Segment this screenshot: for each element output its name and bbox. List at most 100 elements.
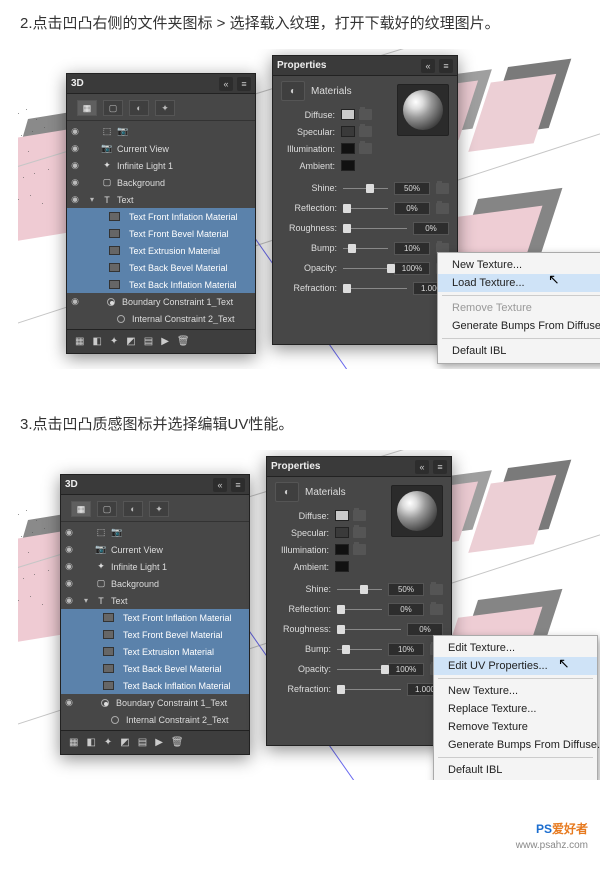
specular-color-swatch[interactable]	[335, 527, 349, 538]
roughness-value[interactable]: 0%	[407, 623, 443, 636]
visibility-eye-icon[interactable]: ◉	[61, 561, 77, 572]
panel-collapse-icon[interactable]: «	[421, 59, 435, 73]
panel-properties[interactable]: Properties « ≡ ◐ Materials Diffuse:	[266, 456, 452, 746]
material-sphere-preview[interactable]	[391, 485, 443, 537]
visibility-eye-icon[interactable]: ◉	[61, 527, 77, 538]
layer-row-material-3[interactable]: Text Extrusion Material	[61, 643, 249, 660]
shine-folder-icon[interactable]	[436, 183, 449, 194]
footer-icon[interactable]: ◧	[92, 336, 101, 347]
footer-icon[interactable]: ▦	[69, 737, 78, 748]
layer-row-material-1[interactable]: Text Front Inflation Material	[67, 208, 255, 225]
visibility-eye-icon[interactable]: ◉	[61, 578, 77, 589]
layer-row-current-view[interactable]: ◉ 📷 Current View	[67, 140, 255, 157]
filter-all-icon[interactable]: ▦	[71, 501, 91, 517]
filter-light-icon[interactable]: ✦	[155, 100, 175, 116]
visibility-eye-icon[interactable]: ◉	[67, 143, 83, 154]
footer-icon[interactable]: ▤	[138, 737, 147, 748]
bump-value[interactable]: 10%	[394, 242, 430, 255]
panel-3d-collapse-icon[interactable]: «	[219, 77, 233, 91]
menu-load-texture[interactable]: Load Texture...	[438, 274, 600, 292]
visibility-eye-icon[interactable]: ◉	[67, 296, 83, 307]
illumination-color-swatch[interactable]	[335, 544, 349, 555]
visibility-eye-icon[interactable]: ◉	[61, 544, 77, 555]
shine-folder-icon[interactable]	[430, 584, 443, 595]
reflection-value[interactable]: 0%	[388, 603, 424, 616]
illumination-folder-icon[interactable]	[353, 544, 366, 555]
reflection-value[interactable]: 0%	[394, 202, 430, 215]
layer-row-material-4[interactable]: Text Back Bevel Material	[61, 660, 249, 677]
specular-folder-icon[interactable]	[359, 126, 372, 137]
panel-3d-header[interactable]: 3D « ≡	[61, 475, 249, 495]
menu-default-ibl[interactable]: Default IBL	[434, 761, 597, 779]
menu-remove-texture[interactable]: Remove Texture	[434, 718, 597, 736]
layer-row-constraint-2[interactable]: Internal Constraint 2_Text	[67, 310, 255, 327]
footer-render-icon[interactable]: ▶	[155, 737, 163, 748]
footer-icon[interactable]: ◩	[126, 336, 135, 347]
menu-generate-bumps[interactable]: Generate Bumps From Diffuse...	[434, 736, 597, 754]
visibility-eye-icon[interactable]: ◉	[67, 194, 83, 205]
layer-row-infinite-light[interactable]: ◉ ✦ Infinite Light 1	[67, 157, 255, 174]
refraction-slider[interactable]	[337, 684, 401, 695]
layer-row-background[interactable]: ◉ ▢ Background	[67, 174, 255, 191]
reflection-folder-icon[interactable]	[436, 203, 449, 214]
constraint-radio-icon[interactable]	[117, 315, 125, 323]
opacity-slider[interactable]	[343, 263, 388, 274]
layer-row-material-5[interactable]: Text Back Inflation Material	[61, 677, 249, 694]
roughness-slider[interactable]	[343, 223, 407, 234]
shine-slider[interactable]	[337, 584, 382, 595]
footer-render-icon[interactable]: ▶	[161, 336, 169, 347]
refraction-slider[interactable]	[343, 283, 407, 294]
footer-icon[interactable]: ✦	[110, 336, 118, 347]
layer-row-environment[interactable]: ◉ ⬚ 📷	[67, 123, 255, 140]
footer-delete-icon[interactable]: 🗑	[177, 336, 190, 347]
shine-slider[interactable]	[343, 183, 388, 194]
filter-mesh-icon[interactable]: ▢	[103, 100, 123, 116]
materials-tab-icon[interactable]: ◐	[281, 81, 305, 101]
illumination-color-swatch[interactable]	[341, 143, 355, 154]
diffuse-color-swatch[interactable]	[341, 109, 355, 120]
diffuse-folder-icon[interactable]	[353, 510, 366, 521]
filter-material-icon[interactable]: ◐	[123, 501, 143, 517]
panel-3d[interactable]: 3D « ≡ ▦ ▢ ◐ ✦ ◉ ⬚ 📷	[60, 474, 250, 755]
panel-3d-menu-icon[interactable]: ≡	[237, 77, 251, 91]
layer-row-environment[interactable]: ◉ ⬚ 📷	[61, 524, 249, 541]
panel-properties-header[interactable]: Properties « ≡	[267, 457, 451, 477]
visibility-eye-icon[interactable]: ◉	[67, 126, 83, 137]
materials-tab-icon[interactable]: ◐	[275, 482, 299, 502]
panel-menu-icon[interactable]: ≡	[439, 59, 453, 73]
filter-light-icon[interactable]: ✦	[149, 501, 169, 517]
menu-replace-texture[interactable]: Replace Texture...	[434, 700, 597, 718]
layer-row-text[interactable]: ◉ ▾ T Text	[61, 592, 249, 609]
context-menu-bump-texture[interactable]: Edit Texture... Edit UV Properties... Ne…	[433, 635, 598, 780]
filter-material-icon[interactable]: ◐	[129, 100, 149, 116]
shine-value[interactable]: 50%	[394, 182, 430, 195]
menu-default-ibl[interactable]: Default IBL	[438, 342, 600, 360]
constraint-radio-icon[interactable]	[101, 699, 109, 707]
constraint-radio-icon[interactable]	[107, 298, 115, 306]
bump-value[interactable]: 10%	[388, 643, 424, 656]
menu-edit-texture[interactable]: Edit Texture...	[434, 639, 597, 657]
reflection-folder-icon[interactable]	[430, 604, 443, 615]
footer-icon[interactable]: ▤	[144, 336, 153, 347]
panel-3d-menu-icon[interactable]: ≡	[231, 478, 245, 492]
layer-row-constraint-1[interactable]: ◉ Boundary Constraint 1_Text	[61, 694, 249, 711]
layer-row-infinite-light[interactable]: ◉ ✦ Infinite Light 1	[61, 558, 249, 575]
roughness-value[interactable]: 0%	[413, 222, 449, 235]
panel-3d-collapse-icon[interactable]: «	[213, 478, 227, 492]
twist-icon[interactable]: ▾	[87, 195, 97, 204]
footer-icon[interactable]: ◩	[120, 737, 129, 748]
specular-folder-icon[interactable]	[353, 527, 366, 538]
bump-slider[interactable]	[337, 644, 382, 655]
filter-all-icon[interactable]: ▦	[77, 100, 97, 116]
illumination-folder-icon[interactable]	[359, 143, 372, 154]
filter-mesh-icon[interactable]: ▢	[97, 501, 117, 517]
footer-delete-icon[interactable]: 🗑	[171, 737, 184, 748]
layer-row-constraint-1[interactable]: ◉ Boundary Constraint 1_Text	[67, 293, 255, 310]
visibility-eye-icon[interactable]: ◉	[61, 595, 77, 606]
panel-properties[interactable]: Properties « ≡ ◐ Materials Diffuse:	[272, 55, 458, 345]
twist-icon[interactable]: ▾	[81, 596, 91, 605]
opacity-value[interactable]: 100%	[388, 663, 424, 676]
shine-value[interactable]: 50%	[388, 583, 424, 596]
menu-new-texture[interactable]: New Texture...	[438, 256, 600, 274]
menu-generate-bumps[interactable]: Generate Bumps From Diffuse...	[438, 317, 600, 335]
